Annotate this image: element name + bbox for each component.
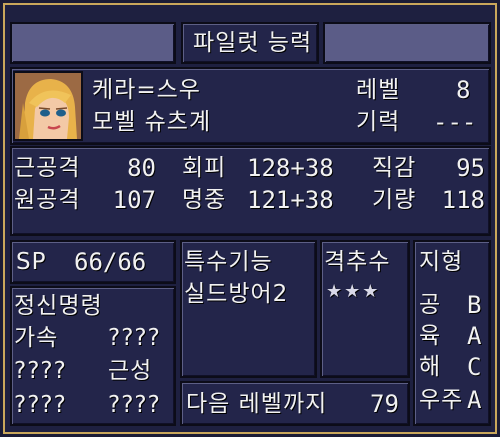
terrain-panel: 지형 공 B 육 A 해 C 우주 A [413,240,491,426]
header-right-panel [323,22,491,64]
kill-count-stars: ★★★ [326,281,381,302]
pilot-portrait-image [15,73,81,139]
special-skills-title: 특수기능 [184,249,273,275]
skill-value: 118 [441,186,485,214]
next-level-panel: 다음 레벨까지 79 [180,381,410,426]
ranged-label: 원공격 [14,187,81,213]
spirit-command-1[interactable]: 가속 [14,325,58,351]
spirit-command-6[interactable]: ???? [108,392,161,418]
skill-label: 기량 [372,187,417,213]
kill-count-title: 격추수 [324,249,391,275]
page-title: 파일럿 능력 [193,30,313,56]
evade-value: 128+38 [247,154,334,182]
spirit-command-4[interactable]: 근성 [108,358,152,384]
sp-value: 66/66 [74,248,147,276]
spirit-value: --- [433,108,477,136]
melee-value: 80 [127,154,156,182]
terrain-sea-grade: C [467,353,482,381]
terrain-land-label: 육 [419,323,442,349]
terrain-space-label: 우주 [419,387,464,413]
ranged-value: 107 [112,186,156,214]
spirit-commands-title: 정신명령 [14,293,103,319]
header-left-panel [10,22,176,64]
terrain-land-grade: A [467,322,482,350]
level-value: 8 [456,76,471,104]
next-level-value: 79 [370,390,399,418]
spirit-label: 기력 [356,109,401,135]
melee-label: 근공격 [14,155,81,181]
next-level-label: 다음 레벨까지 [186,391,328,417]
intuition-value: 95 [456,154,485,182]
pilot-portrait [13,71,83,141]
header-title-panel: 파일럿 능력 [181,22,319,64]
terrain-air-label: 공 [419,292,442,318]
kill-count-panel: 격추수 ★★★ [320,240,410,378]
intuition-label: 직감 [372,155,417,181]
spirit-command-5[interactable]: ???? [14,392,67,418]
spirit-command-2[interactable]: ???? [108,325,161,351]
special-skills-panel: 특수기능 실드방어2 [180,240,317,378]
pilot-name: 케라=스우 [92,77,201,103]
accuracy-value: 121+38 [247,186,334,214]
pilot-unit-type: 모벨 슈츠계 [92,109,212,135]
terrain-sea-label: 해 [419,354,442,380]
level-label: 레벨 [356,77,401,103]
terrain-title: 지형 [419,249,464,275]
sp-panel: SP 66/66 [10,240,176,284]
terrain-air-grade: B [467,291,482,319]
evade-label: 회피 [182,155,227,181]
accuracy-label: 명중 [182,187,227,213]
special-skill-item[interactable]: 실드방어2 [184,281,288,307]
spirit-command-3[interactable]: ???? [14,358,67,384]
sp-label: SP [16,249,47,275]
terrain-space-grade: A [467,386,482,414]
